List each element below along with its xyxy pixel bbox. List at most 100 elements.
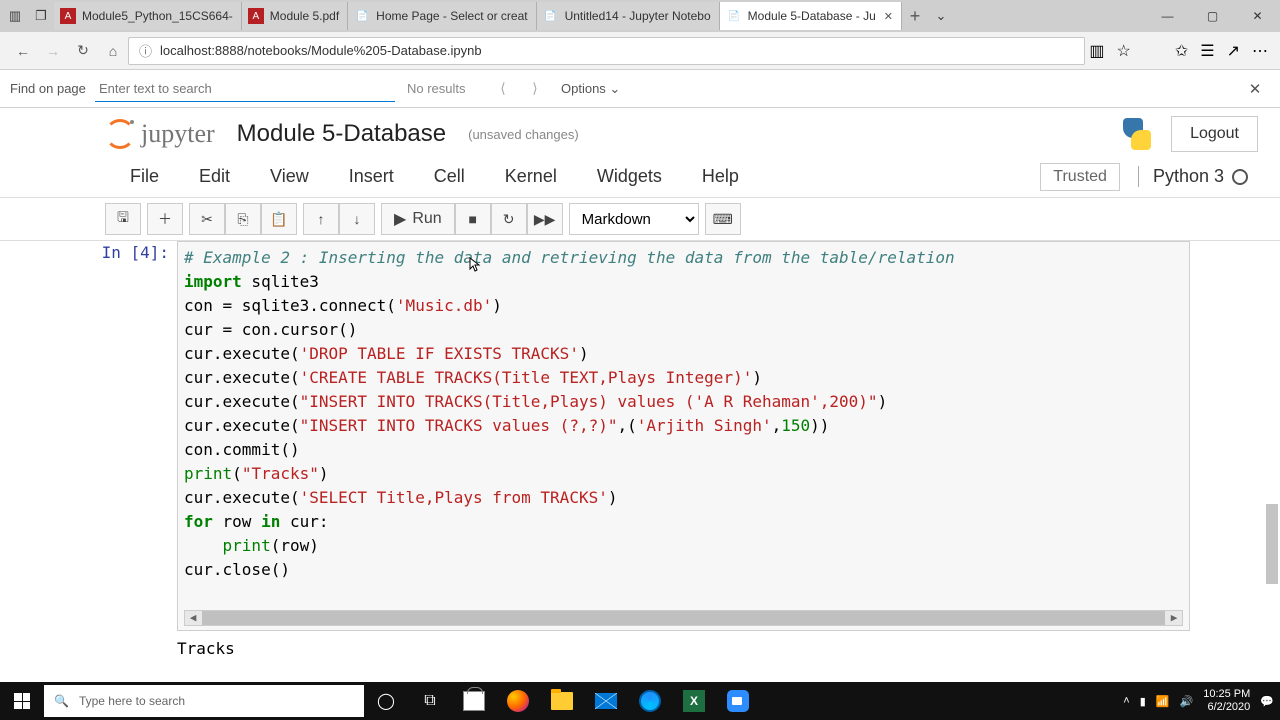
- paste-button[interactable]: 📋: [261, 203, 297, 235]
- code-cell[interactable]: In [4]: # Example 2 : Inserting the data…: [92, 241, 1190, 631]
- system-tray[interactable]: ˄ ▮ 📶 🔊 10:25 PM6/2/2020 💬: [1123, 688, 1280, 714]
- scroll-left-icon[interactable]: ◀: [185, 606, 201, 630]
- tab-dropdown-icon[interactable]: ⌄: [928, 8, 954, 24]
- menu-widgets[interactable]: Widgets: [577, 160, 682, 193]
- maximize-button[interactable]: ▢: [1190, 0, 1235, 32]
- reading-list-icon[interactable]: ☰: [1200, 41, 1214, 61]
- trusted-indicator[interactable]: Trusted: [1040, 163, 1120, 191]
- volume-icon[interactable]: 🔊: [1180, 695, 1194, 708]
- cut-button[interactable]: ✂: [189, 203, 225, 235]
- menu-help[interactable]: Help: [682, 160, 759, 193]
- tab-untitled14[interactable]: 📄Untitled14 - Jupyter Notebo: [537, 2, 720, 30]
- edge-icon[interactable]: [628, 682, 672, 720]
- pdf-icon: A: [60, 8, 76, 24]
- home-button[interactable]: ⌂: [98, 36, 128, 66]
- find-label: Find on page: [10, 81, 95, 96]
- notebook-area: In [4]: # Example 2 : Inserting the data…: [0, 241, 1280, 658]
- scroll-right-icon[interactable]: ▶: [1166, 606, 1182, 630]
- explorer-icon[interactable]: [540, 682, 584, 720]
- notifications-icon[interactable]: 💬: [1260, 695, 1274, 708]
- reading-view-icon[interactable]: ▥: [1089, 41, 1104, 61]
- taskview-icon[interactable]: ⧉: [408, 682, 452, 720]
- forward-button[interactable]: →: [38, 36, 68, 66]
- find-close-button[interactable]: ✕: [1240, 80, 1270, 98]
- command-palette-button[interactable]: ⌨: [705, 203, 741, 235]
- kernel-idle-icon: [1232, 169, 1248, 185]
- tab-actions-icon-2[interactable]: ❐: [28, 8, 54, 24]
- add-cell-button[interactable]: ＋: [147, 203, 183, 235]
- menu-insert[interactable]: Insert: [329, 160, 414, 193]
- minimize-button[interactable]: —: [1145, 0, 1190, 32]
- menu-file[interactable]: File: [110, 160, 179, 193]
- firefox-icon[interactable]: [496, 682, 540, 720]
- restart-button[interactable]: ↻: [491, 203, 527, 235]
- tray-chevron-icon[interactable]: ˄: [1123, 695, 1129, 707]
- find-input[interactable]: [95, 76, 395, 102]
- mail-icon[interactable]: [584, 682, 628, 720]
- logout-button[interactable]: Logout: [1171, 116, 1258, 152]
- kernel-indicator[interactable]: Python 3: [1138, 166, 1262, 187]
- cell-input-prompt: In [4]:: [92, 241, 177, 631]
- menu-cell[interactable]: Cell: [414, 160, 485, 193]
- run-button[interactable]: ▶ Run: [381, 203, 455, 235]
- close-icon[interactable]: ✕: [884, 10, 893, 23]
- jupyter-toolbar: 🖫 ＋ ✂ ⎘ 📋 ↑ ↓ ▶ Run ■ ↻ ▶▶ Markdown ⌨: [0, 198, 1280, 241]
- browser-urlbar: ← → ↻ ⌂ ⓘlocalhost:8888/notebooks/Module…: [0, 32, 1280, 70]
- jupyter-menubar: File Edit View Insert Cell Kernel Widget…: [0, 156, 1280, 198]
- save-button[interactable]: 🖫: [105, 203, 141, 235]
- jupyter-logo[interactable]: jupyter: [105, 119, 215, 149]
- battery-icon[interactable]: ▮: [1140, 695, 1146, 708]
- pdf-icon: A: [248, 8, 264, 24]
- excel-icon[interactable]: X: [672, 682, 716, 720]
- windows-taskbar: 🔍Type here to search ◯ ⧉ X ˄ ▮ 📶 🔊 10:25…: [0, 682, 1280, 720]
- menu-view[interactable]: View: [250, 160, 329, 193]
- find-results-count: No results: [407, 81, 487, 96]
- close-window-button[interactable]: ✕: [1235, 0, 1280, 32]
- address-bar[interactable]: ⓘlocalhost:8888/notebooks/Module%205-Dat…: [128, 37, 1085, 65]
- cortana-icon[interactable]: ◯: [364, 682, 408, 720]
- start-button[interactable]: [0, 682, 44, 720]
- find-prev-button[interactable]: ⟨: [487, 80, 519, 97]
- more-icon[interactable]: ⋯: [1252, 41, 1268, 61]
- jupyter-icon: 📄: [543, 8, 559, 24]
- refresh-button[interactable]: ↻: [68, 36, 98, 66]
- tab-module5-pdf[interactable]: AModule 5.pdf: [242, 2, 348, 30]
- interrupt-button[interactable]: ■: [455, 203, 491, 235]
- menu-edit[interactable]: Edit: [179, 160, 250, 193]
- python-logo-icon: [1117, 114, 1157, 154]
- restart-run-all-button[interactable]: ▶▶: [527, 203, 563, 235]
- zoom-icon[interactable]: [716, 682, 760, 720]
- newtab-button[interactable]: +: [902, 6, 928, 27]
- jupyter-header: jupyter Module 5-Database (unsaved chang…: [0, 108, 1280, 156]
- jupyter-icon: 📄: [354, 8, 370, 24]
- tab-module5-database[interactable]: 📄Module 5-Database - Ju✕: [720, 2, 902, 30]
- horizontal-scrollbar[interactable]: ◀▶: [184, 610, 1183, 626]
- favorite-icon[interactable]: ☆: [1117, 41, 1131, 61]
- browser-tabstrip: ▥ ❐ AModule5_Python_15CS664- AModule 5.p…: [0, 0, 1280, 32]
- notebook-title[interactable]: Module 5-Database: [237, 120, 446, 148]
- search-icon: 🔍: [54, 694, 69, 708]
- tab-homepage[interactable]: 📄Home Page - Select or creat: [348, 2, 536, 30]
- taskbar-search[interactable]: 🔍Type here to search: [44, 685, 364, 717]
- tab-module5-python[interactable]: AModule5_Python_15CS664-: [54, 2, 242, 30]
- tab-actions-icon[interactable]: ▥: [2, 8, 28, 24]
- favorites-hub-icon[interactable]: ✩: [1175, 41, 1188, 61]
- info-icon: ⓘ: [139, 41, 152, 60]
- share-icon[interactable]: ↗: [1227, 41, 1240, 61]
- menu-kernel[interactable]: Kernel: [485, 160, 577, 193]
- code-input[interactable]: # Example 2 : Inserting the data and ret…: [177, 241, 1190, 631]
- store-icon[interactable]: [452, 682, 496, 720]
- move-up-button[interactable]: ↑: [303, 203, 339, 235]
- back-button[interactable]: ←: [8, 36, 38, 66]
- cell-output: Tracks: [92, 631, 1190, 658]
- save-status: (unsaved changes): [468, 127, 579, 142]
- clock[interactable]: 10:25 PM6/2/2020: [1203, 688, 1250, 714]
- move-down-button[interactable]: ↓: [339, 203, 375, 235]
- celltype-select[interactable]: Markdown: [569, 203, 699, 235]
- copy-button[interactable]: ⎘: [225, 203, 261, 235]
- page-scrollbar[interactable]: [1266, 254, 1278, 684]
- find-next-button[interactable]: ⟩: [519, 80, 551, 97]
- jupyter-icon: 📄: [726, 8, 742, 24]
- find-options-button[interactable]: Options ⌄: [561, 81, 620, 97]
- wifi-icon[interactable]: 📶: [1156, 695, 1170, 708]
